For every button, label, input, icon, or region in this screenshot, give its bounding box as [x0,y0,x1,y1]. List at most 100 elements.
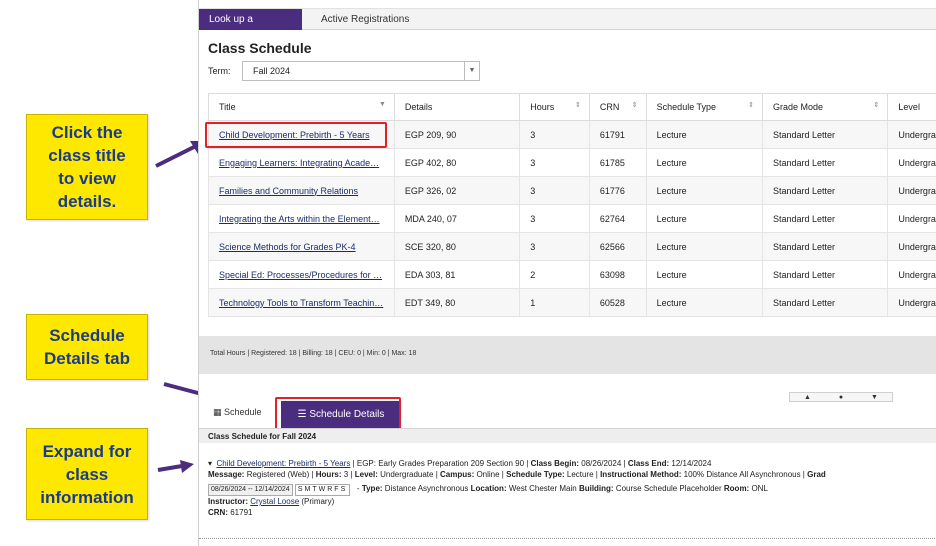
cell-hours: 3 [519,120,590,149]
cell-grade-mode: Standard Letter [761,176,889,205]
course-title-link[interactable]: Integrating the Arts within the Element… [219,214,380,224]
term-select[interactable]: Fall 2024 ▼ [242,61,480,81]
column-header-details: Details [393,93,521,121]
cell-details: EGP 402, 80 [393,148,521,177]
term-value: Fall 2024 [253,66,291,76]
class-detail-block: ▾ Child Development: Prebirth - 5 Years … [208,458,936,518]
totals-text: Total Hours | Registered: 18 | Billing: … [210,350,417,357]
table-row: Special Ed: Processes/Procedures for … E… [208,260,936,289]
cell-title: Science Methods for Grades PK-4 [208,232,395,261]
cell-crn: 60528 [588,288,647,317]
detail-line-2: Message: Registered (Web) | Hours: 3 | L… [208,470,826,479]
cell-grade-mode: Standard Letter [761,148,889,177]
cell-crn: 61776 [588,176,647,205]
cell-crn: 62764 [588,204,647,233]
course-title-link[interactable]: Science Methods for Grades PK-4 [219,242,356,252]
chevron-down-icon[interactable]: ▼ [464,62,479,80]
table-header-row: Title ▼ Details Hours ⇕ CRN ⇕ Schedule Type… [208,93,936,121]
highlight-details-tab [275,397,401,431]
cell-schedule-type: Lecture [645,232,763,261]
totals-bar: Total Hours | Registered: 18 | Billing: … [199,336,936,374]
cell-hours: 3 [519,204,590,233]
cell-hours: 3 [519,176,590,205]
detail-line-4: Instructor: Crystal Loose (Primary) [208,497,335,506]
course-title-link[interactable]: Families and Community Relations [219,186,358,196]
cell-grade-mode: Standard Letter [761,120,889,149]
cell-grade-mode: Standard Letter [761,260,889,289]
cell-crn: 61791 [588,120,647,149]
sort-icon[interactable]: ⇕ [632,101,638,109]
cell-crn: 63098 [588,260,647,289]
dot-icon[interactable]: ● [839,394,843,401]
term-label: Term: [208,66,231,76]
sort-icon[interactable]: ⇕ [575,101,581,109]
cell-schedule-type: Lecture [645,176,763,205]
sort-icon[interactable]: ⇕ [748,101,754,109]
cell-crn: 61785 [588,148,647,177]
course-title-link[interactable]: Special Ed: Processes/Procedures for … [219,270,382,280]
highlight-course-title [205,122,387,148]
meeting-days: SMTWRFS [294,484,351,496]
cell-details: SCE 320, 80 [393,232,521,261]
cell-schedule-type: Lecture [645,120,763,149]
arrow-down-icon[interactable]: ▼ [871,394,878,401]
cell-details: EDT 349, 80 [393,288,521,317]
sort-icon[interactable]: ⇕ [874,101,880,109]
instructor-link[interactable]: Crystal Loose [250,497,299,506]
tab-active-registrations[interactable]: Active Registrations [311,9,419,30]
callout-click-title: Click the class title to view details. [26,114,148,220]
cell-level: Undergra [887,148,936,177]
table-row: Integrating the Arts within the Element…… [208,204,936,233]
cell-title: Integrating the Arts within the Element… [208,204,395,233]
arrow-to-expand [157,460,194,473]
cell-level: Undergra [887,232,936,261]
cell-title: Engaging Learners: Integrating Acade… [208,148,395,177]
cell-grade-mode: Standard Letter [761,288,889,317]
tab-schedule[interactable]: ▦ Schedule [213,407,262,418]
cell-crn: 62566 [588,232,647,261]
cell-details: EGP 209, 90 [393,120,521,149]
column-header-grade-mode[interactable]: Grade Mode ⇕ [761,93,889,121]
top-tab-bar: Look up a Schedule Active Registrations [199,8,936,46]
cell-title: Families and Community Relations [208,176,395,205]
cell-details: EGP 326, 02 [393,176,521,205]
detail-line-5: CRN: 61791 [208,508,253,517]
callout-schedule-details: Schedule Details tab [26,314,148,380]
cell-level: Undergra [887,176,936,205]
column-header-crn[interactable]: CRN ⇕ [588,93,647,121]
cell-grade-mode: Standard Letter [761,204,889,233]
column-header-schedule-type[interactable]: Schedule Type ⇕ [645,93,763,121]
cell-schedule-type: Lecture [645,204,763,233]
course-detail-link[interactable]: Child Development: Prebirth - 5 Years [216,459,350,468]
divider [199,538,936,539]
column-header-level: Level [887,93,936,121]
expand-icon[interactable]: ▾ [208,459,212,468]
detail-line-3: 08/26/2024 -- 12/14/2024 SMTWRFS - Type:… [208,483,936,496]
course-title-link[interactable]: Technology Tools to Transform Teachin… [219,298,383,308]
cell-details: EDA 303, 81 [393,260,521,289]
cell-level: Undergra [887,260,936,289]
sort-icon[interactable]: ▼ [379,101,386,108]
cell-schedule-type: Lecture [645,288,763,317]
cell-schedule-type: Lecture [645,260,763,289]
column-header-title[interactable]: Title ▼ [208,93,395,121]
panel-splitter[interactable]: ▲ ● ▼ [789,392,893,402]
tab-look-up-schedule[interactable]: Look up a Schedule [199,9,302,46]
detail-line-1: ▾ Child Development: Prebirth - 5 Years … [208,459,712,468]
table-row: Science Methods for Grades PK-4 SCE 320,… [208,232,936,261]
page-title: Class Schedule [208,40,312,56]
course-title-link[interactable]: Engaging Learners: Integrating Acade… [219,158,379,168]
app-window: Look up a Schedule Active Registrations … [198,0,936,546]
cell-level: Undergra [887,288,936,317]
cell-hours: 3 [519,232,590,261]
arrow-up-icon[interactable]: ▲ [804,394,811,401]
cell-title: Technology Tools to Transform Teachin… [208,288,395,317]
callout-expand: Expand for class information [26,428,148,520]
schedule-details-header: Class Schedule for Fall 2024 [199,428,936,443]
meeting-dates: 08/26/2024 -- 12/14/2024 [208,484,293,496]
table-row: Families and Community Relations EGP 326… [208,176,936,205]
cell-grade-mode: Standard Letter [761,232,889,261]
table-row: Engaging Learners: Integrating Acade… EG… [208,148,936,177]
column-header-hours[interactable]: Hours ⇕ [519,93,590,121]
cell-level: Undergra [887,204,936,233]
